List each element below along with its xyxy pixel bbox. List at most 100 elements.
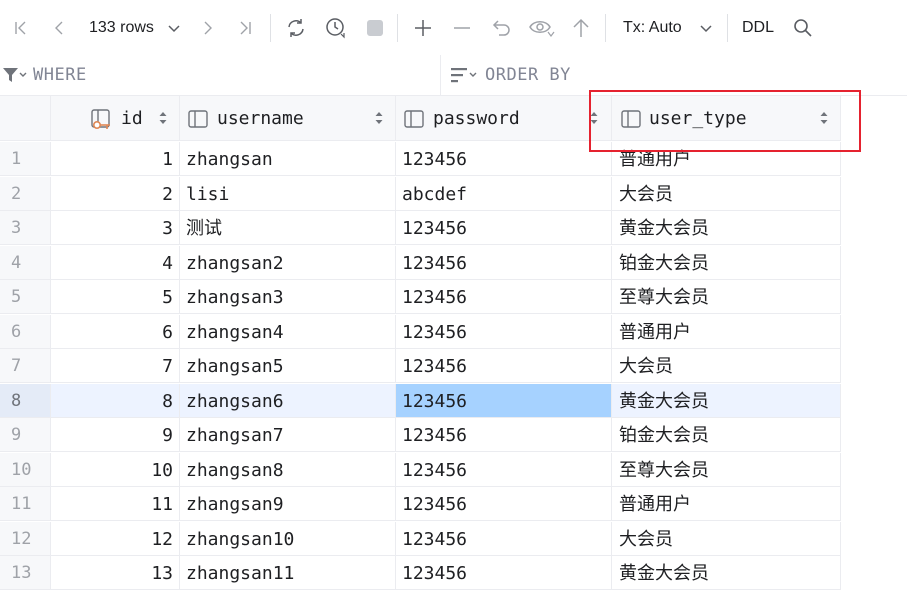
cell-user-type[interactable]: 黄金大会员 <box>612 211 841 245</box>
sort-toggle-icon[interactable] <box>374 109 384 127</box>
where-input[interactable]: WHERE <box>33 55 87 95</box>
preview-changes-icon[interactable] <box>527 14 557 42</box>
rows-count-label: 133 rows <box>89 19 154 36</box>
add-row-icon[interactable] <box>410 14 436 42</box>
chevron-down-icon[interactable] <box>164 14 184 42</box>
ddl-label: DDL <box>742 19 775 36</box>
cell-username[interactable]: zhangsan9 <box>180 487 396 521</box>
cell-user-type[interactable]: 铂金大会员 <box>612 245 841 280</box>
cell-username[interactable]: zhangsan5 <box>180 349 396 383</box>
next-page-icon[interactable] <box>195 14 221 42</box>
cell-id[interactable]: 2 <box>51 176 180 211</box>
order-by-input[interactable]: ORDER BY <box>485 55 571 95</box>
cell-username[interactable]: lisi <box>180 176 396 211</box>
cell-password[interactable]: 123456 <box>396 452 612 487</box>
cell-id[interactable]: 4 <box>51 245 180 280</box>
stop-icon[interactable] <box>362 14 388 42</box>
where-placeholder: WHERE <box>33 65 87 85</box>
transaction-mode-selector[interactable]: Tx: Auto <box>623 14 682 42</box>
column-header-id[interactable]: id <box>51 96 180 141</box>
cell-id[interactable]: 13 <box>51 556 180 590</box>
table-row[interactable]: 6 6 zhangsan4 123456 普通用户 <box>0 314 841 350</box>
row-number: 11 <box>0 487 51 521</box>
cell-id[interactable]: 9 <box>51 418 180 452</box>
cell-id[interactable]: 1 <box>51 142 180 176</box>
cell-id[interactable]: 6 <box>51 314 180 349</box>
filter-icon[interactable] <box>2 66 28 88</box>
table-row[interactable]: 2 2 lisi abcdef 大会员 <box>0 176 841 212</box>
cell-password[interactable]: 123456 <box>396 383 612 418</box>
ddl-button[interactable]: DDL <box>742 14 774 42</box>
table-row[interactable]: 4 4 zhangsan2 123456 铂金大会员 <box>0 245 841 281</box>
cell-user-type[interactable]: 大会员 <box>612 349 841 383</box>
table-row[interactable]: 3 3 测试 123456 黄金大会员 <box>0 211 841 246</box>
cell-id[interactable]: 12 <box>51 521 180 556</box>
cell-username[interactable]: zhangsan7 <box>180 418 396 452</box>
refresh-icon[interactable] <box>282 14 310 42</box>
table-row[interactable]: 7 7 zhangsan5 123456 大会员 <box>0 349 841 384</box>
cell-user-type[interactable]: 大会员 <box>612 521 841 556</box>
cell-password[interactable]: abcdef <box>396 176 612 211</box>
cell-password[interactable]: 123456 <box>396 245 612 280</box>
sort-icon[interactable] <box>451 67 481 87</box>
cell-id[interactable]: 7 <box>51 349 180 383</box>
cell-password[interactable]: 123456 <box>396 314 612 349</box>
cell-id[interactable]: 11 <box>51 487 180 521</box>
table-row[interactable]: 8 8 zhangsan6 123456 黄金大会员 <box>0 383 841 419</box>
table-row[interactable]: 5 5 zhangsan3 123456 至尊大会员 <box>0 280 841 315</box>
column-header-password[interactable]: password <box>396 96 612 141</box>
cell-password[interactable]: 123456 <box>396 142 612 176</box>
sort-toggle-icon[interactable] <box>158 109 168 127</box>
order-by-placeholder: ORDER BY <box>485 65 571 85</box>
chevron-down-icon[interactable] <box>696 14 716 42</box>
table-row[interactable]: 11 11 zhangsan9 123456 普通用户 <box>0 487 841 522</box>
cell-user-type[interactable]: 至尊大会员 <box>612 280 841 314</box>
cell-id[interactable]: 10 <box>51 452 180 487</box>
first-page-icon[interactable] <box>8 14 34 42</box>
cell-id[interactable]: 5 <box>51 280 180 314</box>
revert-icon[interactable] <box>489 14 515 42</box>
search-icon[interactable] <box>790 14 816 42</box>
cell-password[interactable]: 123456 <box>396 418 612 452</box>
rows-count-selector[interactable]: 133 rows <box>89 14 154 42</box>
cell-password[interactable]: 123456 <box>396 349 612 383</box>
cell-username[interactable]: zhangsan8 <box>180 452 396 487</box>
cell-password[interactable]: 123456 <box>396 280 612 314</box>
cell-password[interactable]: 123456 <box>396 521 612 556</box>
grid-toolbar: 133 rows Tx: Auto DDL <box>0 0 907 56</box>
cell-password[interactable]: 123456 <box>396 487 612 521</box>
column-header-username[interactable]: username <box>180 96 396 141</box>
cell-user-type[interactable]: 普通用户 <box>612 487 841 521</box>
cell-id[interactable]: 3 <box>51 211 180 245</box>
cell-password[interactable]: 123456 <box>396 556 612 590</box>
cell-username[interactable]: 测试 <box>180 211 396 245</box>
previous-page-icon[interactable] <box>46 14 72 42</box>
table-row[interactable]: 12 12 zhangsan10 123456 大会员 <box>0 521 841 557</box>
cell-user-type[interactable]: 铂金大会员 <box>612 418 841 452</box>
table-row[interactable]: 10 10 zhangsan8 123456 至尊大会员 <box>0 452 841 488</box>
cell-username[interactable]: zhangsan3 <box>180 280 396 314</box>
cell-username[interactable]: zhangsan10 <box>180 521 396 556</box>
submit-icon[interactable] <box>568 14 594 42</box>
cell-user-type[interactable]: 大会员 <box>612 176 841 211</box>
cell-user-type[interactable]: 黄金大会员 <box>612 556 841 590</box>
cell-user-type[interactable]: 普通用户 <box>612 314 841 349</box>
cell-username[interactable]: zhangsan4 <box>180 314 396 349</box>
cell-id[interactable]: 8 <box>51 383 180 418</box>
table-row[interactable]: 13 13 zhangsan11 123456 黄金大会员 <box>0 556 841 591</box>
cell-username[interactable]: zhangsan2 <box>180 245 396 280</box>
primary-key-column-icon <box>91 109 117 135</box>
cell-username[interactable]: zhangsan11 <box>180 556 396 590</box>
cell-username[interactable]: zhangsan6 <box>180 383 396 418</box>
last-page-icon[interactable] <box>232 14 258 42</box>
cell-user-type[interactable]: 至尊大会员 <box>612 452 841 487</box>
row-number: 13 <box>0 556 51 590</box>
cell-user-type[interactable]: 黄金大会员 <box>612 383 841 418</box>
cell-username[interactable]: zhangsan <box>180 142 396 176</box>
delete-row-icon[interactable] <box>449 14 475 42</box>
table-row[interactable]: 9 9 zhangsan7 123456 铂金大会员 <box>0 418 841 453</box>
row-number: 6 <box>0 314 51 349</box>
history-icon[interactable] <box>322 14 350 42</box>
cell-password[interactable]: 123456 <box>396 211 612 245</box>
column-header-label: password <box>433 108 520 129</box>
